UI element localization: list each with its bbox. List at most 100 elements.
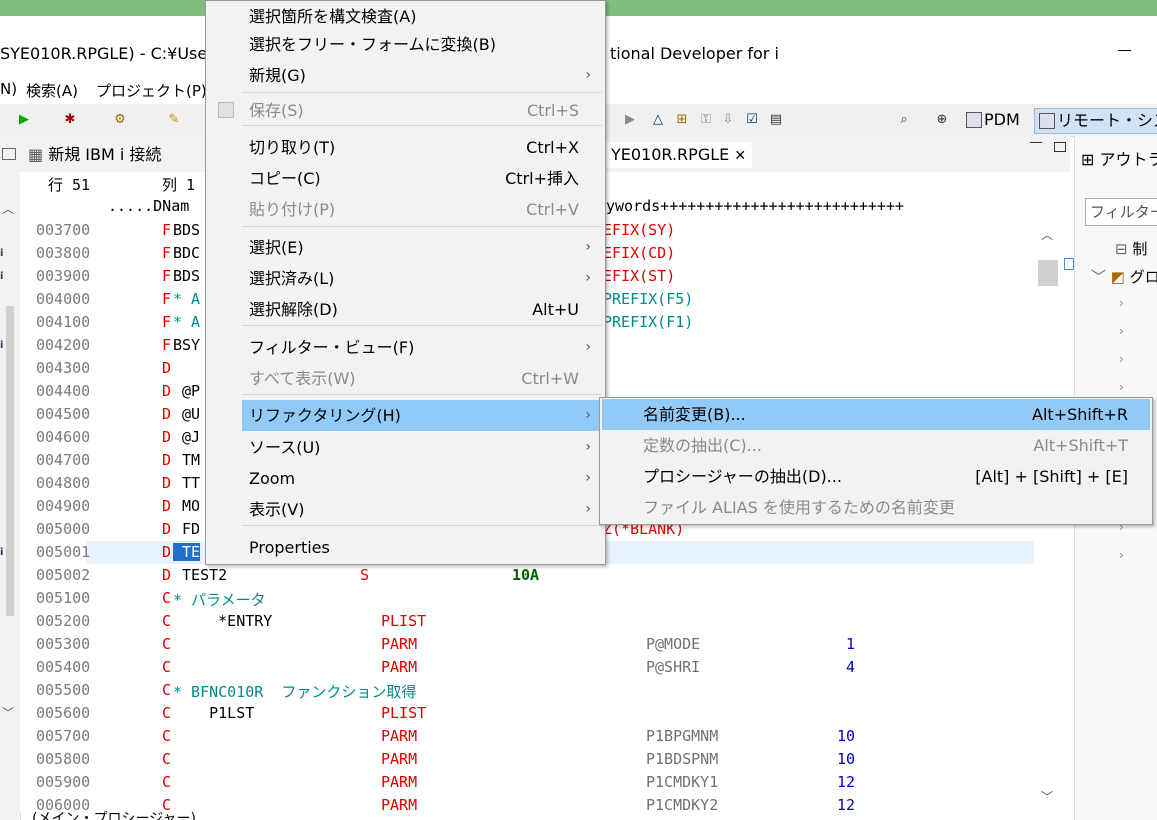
context-menu-item[interactable]: Zoom ›: [206, 463, 603, 494]
tab-editor-file-label: YE010R.RPGLE: [611, 145, 730, 164]
line-number: 005600: [36, 704, 91, 722]
context-menu-item[interactable]: Properties: [206, 532, 603, 563]
code-field: P@SHRI: [646, 658, 701, 676]
context-menu-item[interactable]: 新規(G) ›: [206, 60, 603, 91]
code-opcode: PARM: [381, 750, 418, 768]
spec-letter: D: [162, 382, 172, 400]
outline-tree-item[interactable]: ﹀ ◩ グロ: [1091, 266, 1157, 287]
code-length: 10: [837, 750, 856, 768]
panel-restore-icon[interactable]: [2, 148, 16, 160]
close-icon[interactable]: ✕: [734, 148, 746, 164]
submenu-item-label: プロシージャーの抽出(D)...: [643, 467, 842, 486]
spec-letter: F: [162, 221, 172, 239]
run-icon[interactable]: ▶: [16, 112, 32, 128]
minimize-icon[interactable]: [1118, 50, 1131, 51]
code-text: * A: [173, 313, 201, 331]
spec-letter: C: [162, 727, 172, 745]
context-menu-item[interactable]: コピー(C) Ctrl+挿入: [206, 163, 603, 194]
chevron-right-icon[interactable]: ›: [1119, 548, 1124, 562]
tab-new-connection[interactable]: ▦ 新規 IBM i 接続: [28, 142, 161, 168]
context-menu-item-label: 新規(G): [249, 66, 306, 85]
context-menu-item[interactable]: リファクタリング(H) ›: [242, 400, 603, 431]
context-menu-item[interactable]: 選択箇所を構文検査(A): [206, 1, 603, 32]
left-scrollbar-thumb[interactable]: [6, 306, 14, 616]
chevron-right-icon[interactable]: ›: [1119, 296, 1124, 310]
spec-letter: D: [162, 451, 172, 469]
spec-letter: F: [162, 290, 172, 308]
context-menu-item[interactable]: 選択をフリー・フォームに変換(B): [206, 29, 603, 60]
build-icon[interactable]: ⚙: [112, 112, 128, 128]
context-menu-item[interactable]: フィルター・ビュー(F) ›: [206, 332, 603, 363]
scroll-down-icon[interactable]: ﹀: [2, 704, 14, 721]
chevron-right-icon: ›: [585, 270, 591, 286]
window-title-tail: tional Developer for i: [610, 44, 779, 63]
scroll-down-icon[interactable]: ﹀: [1041, 788, 1053, 805]
search-icon[interactable]: ⌕: [896, 112, 912, 128]
context-menu-item[interactable]: 表示(V) ›: [206, 494, 603, 525]
perspective-remote-label: リモート・システ: [1057, 111, 1157, 130]
forward-icon[interactable]: ▶: [622, 112, 638, 128]
submenu-item-label: 定数の抽出(C)...: [643, 436, 762, 455]
maximize-view-icon[interactable]: [1054, 142, 1066, 152]
chevron-right-icon: ›: [585, 470, 591, 486]
menu-item-search[interactable]: 検索(A): [26, 80, 78, 101]
context-menu-item-label: コピー(C): [249, 169, 321, 188]
menu-item-project[interactable]: プロジェクト(P): [96, 80, 207, 101]
submenu-item: ファイル ALIAS を使用するための名前変更: [602, 492, 1150, 523]
spec-letter: C: [162, 750, 172, 768]
context-menu-item[interactable]: 切り取り(T) Ctrl+X: [206, 132, 603, 163]
chevron-right-icon[interactable]: ›: [1119, 352, 1124, 366]
spec-letter: D: [162, 405, 172, 423]
chevron-right-icon: ›: [585, 67, 591, 83]
download-icon[interactable]: ⇩: [720, 112, 736, 128]
context-menu-item[interactable]: 選択(E) ›: [206, 232, 603, 263]
spec-letter: C: [162, 658, 172, 676]
code-text: @U: [173, 405, 201, 423]
outline-filter-input[interactable]: フィルター: [1085, 198, 1157, 226]
code-field: P1BDSPNM: [646, 750, 719, 768]
scroll-up-icon[interactable]: ︿: [1041, 226, 1053, 243]
line-number: 004500: [36, 405, 91, 423]
code-length: 12: [837, 796, 856, 814]
submenu-item[interactable]: プロシージャーの抽出(D)... [Alt] + [Shift] + [E]: [602, 461, 1150, 492]
chevron-right-icon[interactable]: ›: [1119, 324, 1124, 338]
perspective-remote[interactable]: リモート・システ: [1034, 108, 1157, 134]
binary-icon[interactable]: ▤: [768, 112, 784, 128]
line-number: 004800: [36, 474, 91, 492]
outline-tree-item[interactable]: ⊟ 制: [1115, 238, 1147, 259]
context-menu-item[interactable]: 選択済み(L) ›: [206, 263, 603, 294]
triangle-icon[interactable]: △: [650, 112, 666, 128]
tab-editor-file[interactable]: YE010R.RPGLE ✕: [605, 142, 753, 168]
context-menu-item[interactable]: 選択解除(D) Alt+U: [206, 294, 603, 325]
line-number: 005700: [36, 727, 91, 745]
line-number: 003800: [36, 244, 91, 262]
shortcut-label: Ctrl+挿入: [505, 169, 579, 188]
code-field: P1CMDKY1: [646, 773, 719, 791]
submenu-item[interactable]: 名前変更(B)... Alt+Shift+R: [602, 399, 1150, 430]
scrollbar-thumb[interactable]: [1038, 260, 1058, 286]
pencil-icon[interactable]: ✎: [166, 112, 182, 128]
line-number: 004600: [36, 428, 91, 446]
lock-icon[interactable]: ⚿: [698, 112, 714, 128]
chevron-right-icon[interactable]: ›: [1119, 380, 1124, 394]
info-icon: i: [0, 547, 4, 558]
checklist-icon[interactable]: ☑: [744, 112, 760, 128]
debug-icon[interactable]: ✱: [62, 112, 78, 128]
code-field: P1BPGMNM: [646, 727, 719, 745]
line-number: 005900: [36, 773, 91, 791]
code-text: * A: [173, 290, 201, 308]
status-procedure: (メイン・プロシージャー): [32, 811, 196, 820]
line-number: 005800: [36, 750, 91, 768]
scroll-up-icon[interactable]: ︿: [2, 200, 14, 217]
spec-letter: C: [162, 612, 172, 630]
spec-letter: F: [162, 336, 172, 354]
menu-item-window[interactable]: N): [0, 80, 17, 98]
open-perspective-icon[interactable]: ⊕: [934, 112, 950, 128]
hierarchy-icon[interactable]: ⊞: [674, 112, 690, 128]
context-menu-item[interactable]: ソース(U) ›: [206, 432, 603, 463]
spec-letter: F: [162, 313, 172, 331]
perspective-pdm[interactable]: PDM: [962, 108, 1024, 132]
minimize-view-icon[interactable]: [1030, 142, 1042, 143]
outline-tab[interactable]: ⊞ アウトラ: [1081, 146, 1157, 170]
keyword-text: EFIX(CD): [603, 244, 676, 262]
